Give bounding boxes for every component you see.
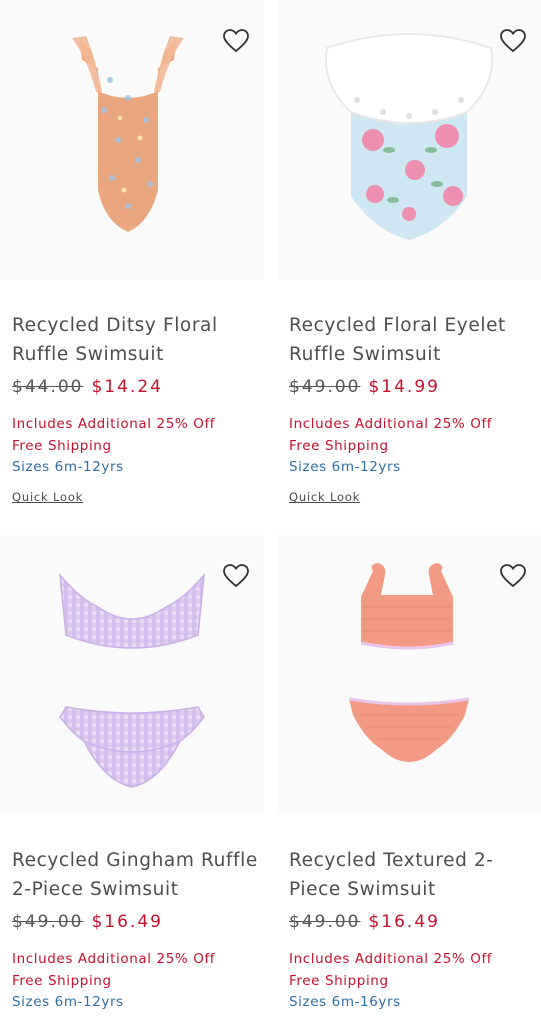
sizes-text: Sizes 6m-12yrs: [12, 994, 124, 1010]
original-price: $49.00: [289, 912, 361, 932]
shipping-text: Free Shipping: [12, 438, 112, 454]
promo-text: Includes Additional 25% Off: [289, 416, 493, 432]
shipping-text: Free Shipping: [12, 973, 112, 989]
heart-outline-icon[interactable]: [222, 563, 250, 589]
product-title[interactable]: Recycled Ditsy Floral Ruffle Swimsuit: [12, 311, 262, 369]
heart-outline-icon[interactable]: [222, 28, 250, 54]
product-title[interactable]: Recycled Textured 2-Piece Swimsuit: [289, 846, 539, 904]
product-image[interactable]: [0, 0, 264, 280]
product-image[interactable]: [277, 0, 541, 280]
promo-text: Includes Additional 25% Off: [12, 416, 216, 432]
sale-price: $14.24: [91, 377, 163, 397]
original-price: $49.00: [12, 912, 84, 932]
sale-price: $14.99: [368, 377, 440, 397]
shipping-text: Free Shipping: [289, 438, 389, 454]
product-card[interactable]: Recycled Gingham Ruffle 2-Piece Swimsuit…: [0, 535, 264, 1010]
product-title[interactable]: Recycled Gingham Ruffle 2-Piece Swimsuit: [12, 846, 262, 904]
product-card[interactable]: Recycled Ditsy Floral Ruffle Swimsuit $4…: [0, 0, 264, 504]
product-card[interactable]: Recycled Textured 2-Piece Swimsuit $49.0…: [277, 535, 541, 1010]
sizes-text: Sizes 6m-16yrs: [289, 994, 401, 1010]
price-row: $44.00 $14.24: [12, 377, 163, 397]
quick-look-link[interactable]: Quick Look: [12, 490, 83, 504]
sale-price: $16.49: [91, 912, 163, 932]
promo-text: Includes Additional 25% Off: [289, 951, 493, 967]
original-price: $44.00: [12, 377, 84, 397]
heart-outline-icon[interactable]: [499, 28, 527, 54]
shipping-text: Free Shipping: [289, 973, 389, 989]
product-title[interactable]: Recycled Floral Eyelet Ruffle Swimsuit: [289, 311, 539, 369]
product-image[interactable]: [0, 535, 264, 815]
price-row: $49.00 $16.49: [289, 912, 440, 932]
sizes-text: Sizes 6m-12yrs: [289, 459, 401, 475]
product-card[interactable]: Recycled Floral Eyelet Ruffle Swimsuit $…: [277, 0, 541, 504]
sale-price: $16.49: [368, 912, 440, 932]
product-image[interactable]: [277, 535, 541, 815]
quick-look-link[interactable]: Quick Look: [289, 490, 360, 504]
product-grid: Recycled Ditsy Floral Ruffle Swimsuit $4…: [0, 0, 541, 1024]
heart-outline-icon[interactable]: [499, 563, 527, 589]
price-row: $49.00 $14.99: [289, 377, 440, 397]
promo-text: Includes Additional 25% Off: [12, 951, 216, 967]
price-row: $49.00 $16.49: [12, 912, 163, 932]
original-price: $49.00: [289, 377, 361, 397]
sizes-text: Sizes 6m-12yrs: [12, 459, 124, 475]
